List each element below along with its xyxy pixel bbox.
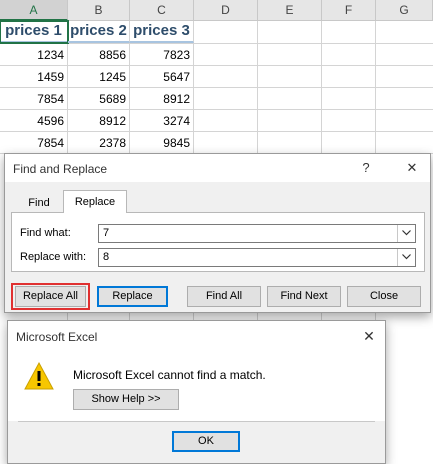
table-cell[interactable]: 3274 xyxy=(130,110,194,132)
find-next-button[interactable]: Find Next xyxy=(267,286,341,307)
tab-replace[interactable]: Replace xyxy=(63,190,127,213)
column-header-e[interactable]: E xyxy=(258,0,322,21)
replace-with-value: 8 xyxy=(103,251,110,263)
table-cell[interactable]: 8912 xyxy=(68,110,130,132)
table-cell[interactable]: 1459 xyxy=(0,66,68,88)
column-header-a[interactable]: A xyxy=(0,0,68,21)
close-button[interactable]: Close xyxy=(347,286,421,307)
message-titlebar[interactable]: Microsoft Excel ✕ xyxy=(8,321,385,351)
find-all-button[interactable]: Find All xyxy=(187,286,261,307)
divider xyxy=(18,421,375,422)
replace-panel: Find what: 7 Replace with: 8 xyxy=(11,212,425,272)
table-cell[interactable]: 1245 xyxy=(68,66,130,88)
ok-button[interactable]: OK xyxy=(172,431,240,452)
tab-label: Find xyxy=(28,197,50,209)
message-body: Microsoft Excel cannot find a match. Sho… xyxy=(8,351,385,421)
table-cell[interactable]: 4596 xyxy=(0,110,68,132)
find-replace-dialog: Find and Replace ? ✕ Find Replace Find w… xyxy=(4,153,431,313)
message-title: Microsoft Excel xyxy=(16,330,98,344)
column-header-f[interactable]: F xyxy=(322,0,376,21)
cell-b1[interactable]: prices 2 xyxy=(68,21,130,43)
close-icon[interactable]: ✕ xyxy=(403,159,421,177)
cell-c1[interactable]: prices 3 xyxy=(130,21,194,43)
dialog-title: Find and Replace xyxy=(13,162,108,176)
find-what-input[interactable]: 7 xyxy=(98,224,416,243)
replace-all-button[interactable]: Replace All xyxy=(15,286,86,307)
message-text: Microsoft Excel cannot find a match. xyxy=(73,368,266,382)
find-what-label: Find what: xyxy=(20,227,71,239)
table-cell[interactable]: 8912 xyxy=(130,88,194,110)
tab-find[interactable]: Find xyxy=(19,197,59,209)
column-header-c[interactable]: C xyxy=(130,0,194,21)
column-header-g[interactable]: G xyxy=(376,0,433,21)
message-dialog: Microsoft Excel ✕ Microsoft Excel cannot… xyxy=(7,320,386,464)
replace-with-input[interactable]: 8 xyxy=(98,248,416,267)
cell-a1[interactable]: prices 1 xyxy=(0,20,69,44)
column-header-b[interactable]: B xyxy=(68,0,130,21)
tab-label: Replace xyxy=(74,196,116,208)
show-help-button[interactable]: Show Help >> xyxy=(73,389,179,410)
column-header-d[interactable]: D xyxy=(194,0,258,21)
close-icon[interactable]: ✕ xyxy=(360,327,378,345)
replace-button[interactable]: Replace xyxy=(97,286,168,307)
table-cell[interactable]: 5689 xyxy=(68,88,130,110)
replace-with-label: Replace with: xyxy=(20,251,87,263)
table-cell[interactable]: 9845 xyxy=(130,132,194,154)
table-cell[interactable]: 7823 xyxy=(130,44,194,66)
chevron-down-icon[interactable] xyxy=(397,225,415,242)
table-cell[interactable]: 5647 xyxy=(130,66,194,88)
table-cell[interactable]: 7854 xyxy=(0,88,68,110)
table-cell[interactable]: 7854 xyxy=(0,132,68,154)
find-what-value: 7 xyxy=(103,227,110,239)
dialog-titlebar[interactable]: Find and Replace ? ✕ xyxy=(5,154,430,182)
table-cell[interactable]: 8856 xyxy=(68,44,130,66)
table-cell[interactable]: 1234 xyxy=(0,44,68,66)
table-cell[interactable]: 2378 xyxy=(68,132,130,154)
chevron-down-icon[interactable] xyxy=(397,249,415,266)
help-icon[interactable]: ? xyxy=(357,159,375,177)
warning-icon xyxy=(23,361,55,391)
